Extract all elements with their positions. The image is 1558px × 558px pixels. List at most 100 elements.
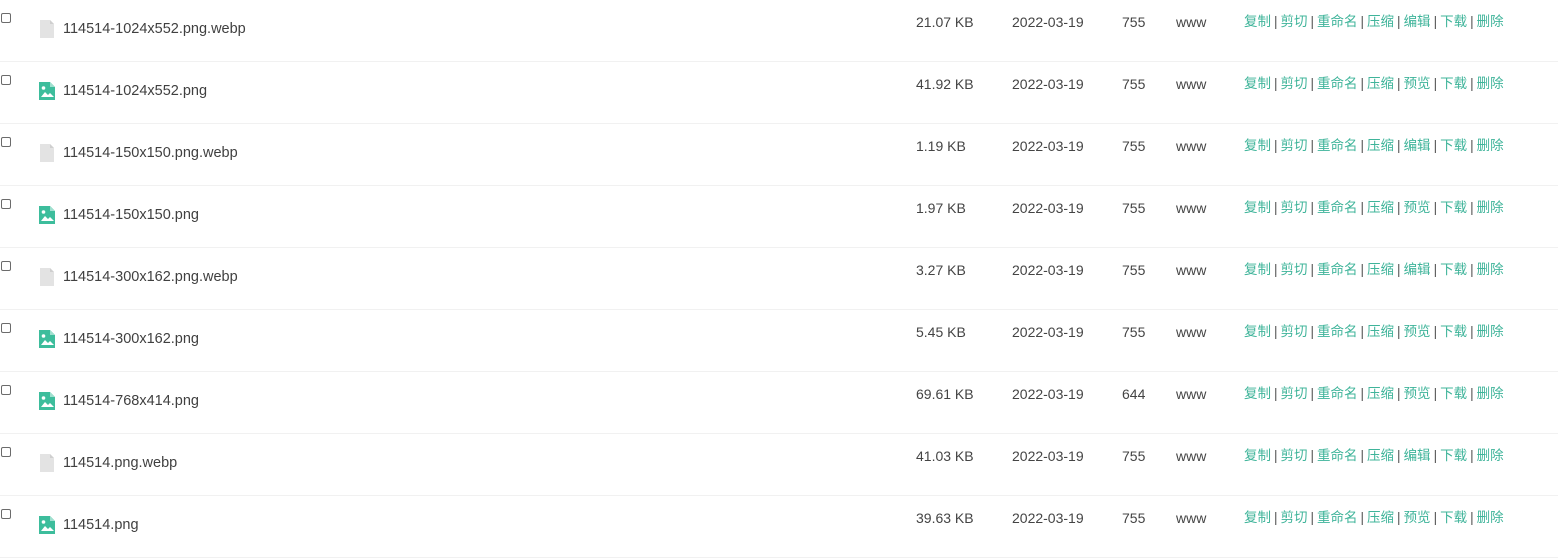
file-name[interactable]: 114514-150x150.png (63, 206, 199, 224)
download-link[interactable]: 下载 (1440, 510, 1467, 525)
delete-link[interactable]: 删除 (1477, 510, 1504, 525)
compress-link[interactable]: 压缩 (1367, 14, 1394, 29)
table-row[interactable]: 114514-150x150.png.webp 1.19 KB 2022-03-19… (0, 124, 1558, 186)
row-checkbox[interactable] (1, 13, 11, 23)
rename-link[interactable]: 重命名 (1317, 76, 1358, 91)
file-name[interactable]: 114514-1024x552.png.webp (63, 20, 246, 38)
row-checkbox[interactable] (1, 385, 11, 395)
cut-link[interactable]: 剪切 (1281, 200, 1308, 215)
delete-link[interactable]: 删除 (1477, 138, 1504, 153)
file-owner: www (1176, 76, 1207, 92)
action-separator: | (1433, 386, 1438, 401)
edit-link[interactable]: 编辑 (1404, 14, 1431, 29)
download-link[interactable]: 下载 (1440, 200, 1467, 215)
copy-link[interactable]: 复制 (1244, 448, 1271, 463)
preview-link[interactable]: 预览 (1404, 76, 1431, 91)
file-name[interactable]: 114514-150x150.png.webp (63, 144, 238, 162)
copy-link[interactable]: 复制 (1244, 510, 1271, 525)
file-date: 2022-03-19 (1012, 138, 1084, 154)
rename-link[interactable]: 重命名 (1317, 138, 1358, 153)
file-name[interactable]: 114514-300x162.png (63, 330, 199, 348)
table-row[interactable]: 114514-300x162.png.webp 3.27 KB 2022-03-19… (0, 248, 1558, 310)
rename-link[interactable]: 重命名 (1317, 510, 1358, 525)
row-checkbox[interactable] (1, 509, 11, 519)
download-link[interactable]: 下载 (1440, 138, 1467, 153)
file-date: 2022-03-19 (1012, 386, 1084, 402)
copy-link[interactable]: 复制 (1244, 76, 1271, 91)
compress-link[interactable]: 压缩 (1367, 448, 1394, 463)
row-checkbox[interactable] (1, 75, 11, 85)
file-name[interactable]: 114514.png.webp (63, 454, 177, 472)
download-link[interactable]: 下载 (1440, 14, 1467, 29)
edit-link[interactable]: 编辑 (1404, 448, 1431, 463)
delete-link[interactable]: 删除 (1477, 200, 1504, 215)
rename-link[interactable]: 重命名 (1317, 262, 1358, 277)
edit-link[interactable]: 编辑 (1404, 262, 1431, 277)
row-checkbox[interactable] (1, 323, 11, 333)
rename-link[interactable]: 重命名 (1317, 324, 1358, 339)
copy-link[interactable]: 复制 (1244, 262, 1271, 277)
file-name[interactable]: 114514.png (63, 516, 139, 534)
row-checkbox[interactable] (1, 199, 11, 209)
copy-link[interactable]: 复制 (1244, 324, 1271, 339)
table-row[interactable]: 114514-1024x552.png 41.92 KB 2022-03-19 755… (0, 62, 1558, 124)
table-row[interactable]: 114514-768x414.png 69.61 KB 2022-03-19 644 w… (0, 372, 1558, 434)
cut-link[interactable]: 剪切 (1281, 14, 1308, 29)
file-name[interactable]: 114514-1024x552.png (63, 82, 207, 100)
action-separator: | (1310, 200, 1315, 215)
compress-link[interactable]: 压缩 (1367, 510, 1394, 525)
download-link[interactable]: 下载 (1440, 262, 1467, 277)
compress-link[interactable]: 压缩 (1367, 386, 1394, 401)
copy-link[interactable]: 复制 (1244, 14, 1271, 29)
cut-link[interactable]: 剪切 (1281, 76, 1308, 91)
cut-link[interactable]: 剪切 (1281, 138, 1308, 153)
compress-link[interactable]: 压缩 (1367, 200, 1394, 215)
delete-link[interactable]: 删除 (1477, 324, 1504, 339)
preview-link[interactable]: 预览 (1404, 200, 1431, 215)
row-checkbox[interactable] (1, 447, 11, 457)
cut-link[interactable]: 剪切 (1281, 324, 1308, 339)
download-link[interactable]: 下载 (1440, 386, 1467, 401)
cut-link[interactable]: 剪切 (1281, 386, 1308, 401)
delete-link[interactable]: 删除 (1477, 448, 1504, 463)
row-checkbox[interactable] (1, 137, 11, 147)
action-separator: | (1433, 138, 1438, 153)
rename-link[interactable]: 重命名 (1317, 14, 1358, 29)
download-link[interactable]: 下载 (1440, 324, 1467, 339)
action-separator: | (1310, 510, 1315, 525)
cut-link[interactable]: 剪切 (1281, 448, 1308, 463)
cut-link[interactable]: 剪切 (1281, 510, 1308, 525)
delete-link[interactable]: 删除 (1477, 262, 1504, 277)
action-separator: | (1397, 324, 1401, 339)
row-checkbox[interactable] (1, 261, 11, 271)
rename-link[interactable]: 重命名 (1317, 386, 1358, 401)
cut-link[interactable]: 剪切 (1281, 262, 1308, 277)
action-separator: | (1470, 138, 1474, 153)
copy-link[interactable]: 复制 (1244, 200, 1271, 215)
edit-link[interactable]: 编辑 (1404, 138, 1431, 153)
copy-link[interactable]: 复制 (1244, 138, 1271, 153)
table-row[interactable]: 114514-300x162.png 5.45 KB 2022-03-19 755 ww… (0, 310, 1558, 372)
delete-link[interactable]: 删除 (1477, 76, 1504, 91)
download-link[interactable]: 下载 (1440, 76, 1467, 91)
compress-link[interactable]: 压缩 (1367, 138, 1394, 153)
copy-link[interactable]: 复制 (1244, 386, 1271, 401)
file-icon (38, 19, 56, 39)
preview-link[interactable]: 预览 (1404, 510, 1431, 525)
compress-link[interactable]: 压缩 (1367, 76, 1394, 91)
table-row[interactable]: 114514-150x150.png 1.97 KB 2022-03-19 755 ww… (0, 186, 1558, 248)
delete-link[interactable]: 删除 (1477, 386, 1504, 401)
preview-link[interactable]: 预览 (1404, 386, 1431, 401)
table-row[interactable]: 114514.png.webp 41.03 KB 2022-03-19 755 www 复… (0, 434, 1558, 496)
preview-link[interactable]: 预览 (1404, 324, 1431, 339)
delete-link[interactable]: 删除 (1477, 14, 1504, 29)
table-row[interactable]: 114514-1024x552.png.webp 21.07 KB 2022-03-… (0, 0, 1558, 62)
table-row[interactable]: 114514.png 39.63 KB 2022-03-19 755 www 复制 | 剪切 |… (0, 496, 1558, 558)
download-link[interactable]: 下载 (1440, 448, 1467, 463)
compress-link[interactable]: 压缩 (1367, 324, 1394, 339)
compress-link[interactable]: 压缩 (1367, 262, 1394, 277)
rename-link[interactable]: 重命名 (1317, 448, 1358, 463)
file-name[interactable]: 114514-768x414.png (63, 392, 199, 410)
rename-link[interactable]: 重命名 (1317, 200, 1358, 215)
file-name[interactable]: 114514-300x162.png.webp (63, 268, 238, 286)
